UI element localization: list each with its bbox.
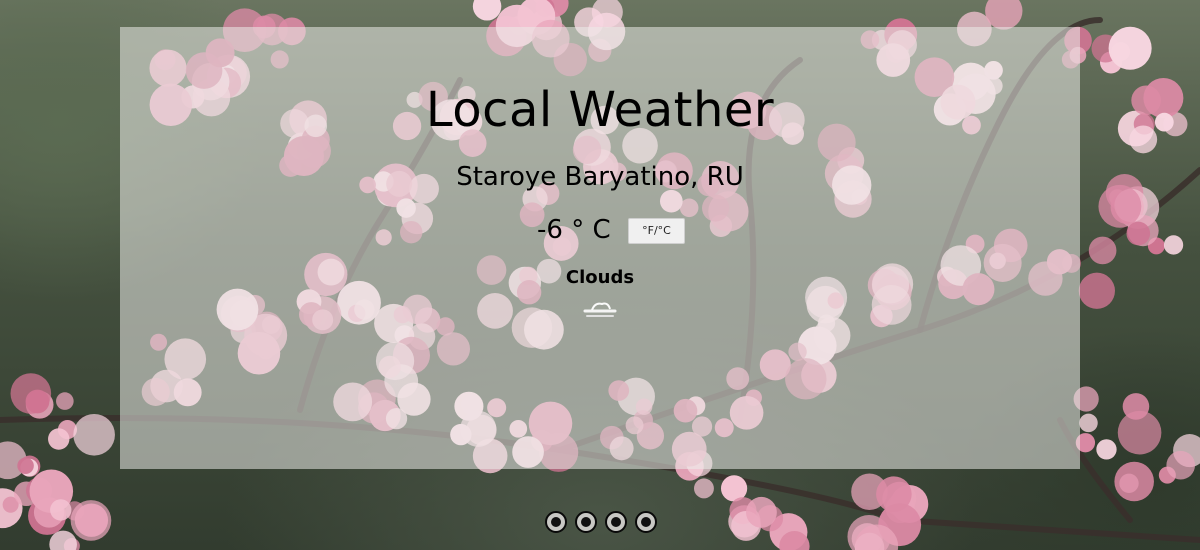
social-link-icon[interactable] — [545, 511, 567, 533]
social-link-glyph-icon — [611, 517, 621, 527]
social-link-icon[interactable] — [575, 511, 597, 533]
unit-toggle-button[interactable]: °F/°C — [628, 218, 685, 244]
temperature-value: -6 ° C — [537, 215, 611, 245]
page-title: Local Weather — [425, 82, 775, 138]
clouds-icon — [583, 302, 617, 317]
social-link-glyph-icon — [581, 517, 591, 527]
weather-card: Local Weather Staroye Baryatino, RU -6 °… — [120, 27, 1080, 469]
social-link-glyph-icon — [551, 517, 561, 527]
social-links — [545, 511, 657, 533]
social-link-icon[interactable] — [635, 511, 657, 533]
temperature-row: -6 ° C °F/°C — [120, 215, 1080, 249]
location-label: Staroye Baryatino, RU — [456, 162, 744, 192]
weather-condition: Clouds — [565, 267, 635, 288]
social-link-glyph-icon — [641, 517, 651, 527]
social-link-icon[interactable] — [605, 511, 627, 533]
